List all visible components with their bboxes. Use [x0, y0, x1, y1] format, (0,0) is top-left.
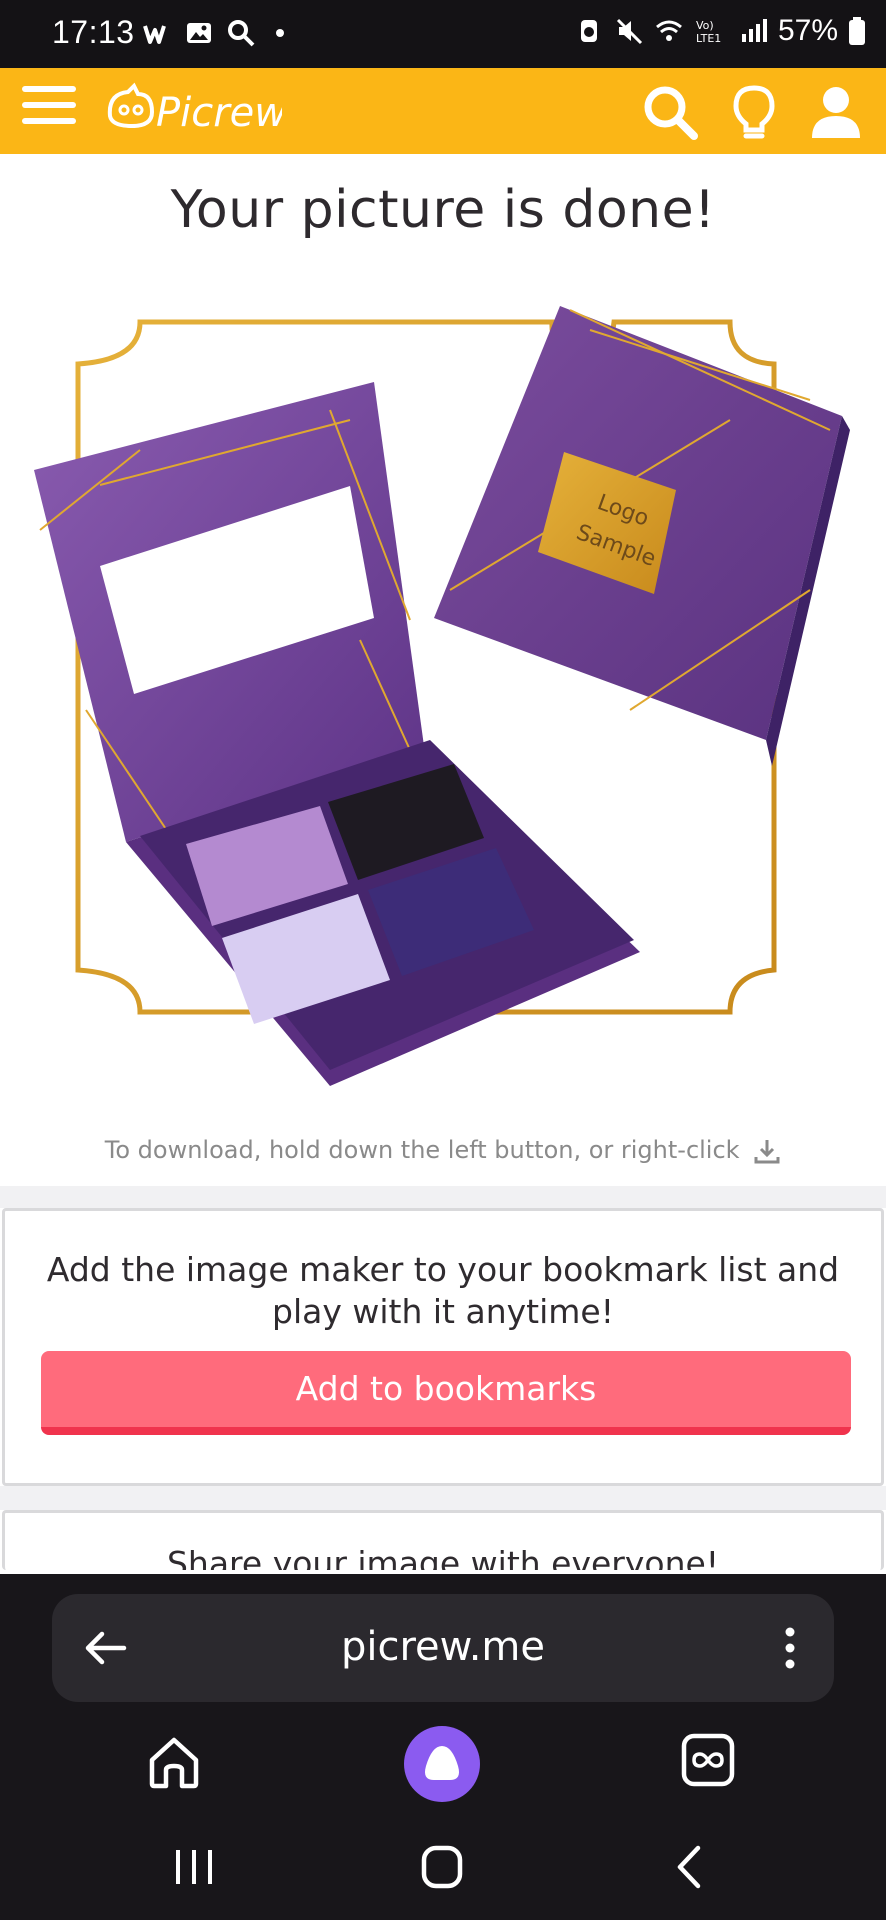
tabs-icon[interactable]: [680, 1732, 736, 1788]
home-icon[interactable]: [144, 1732, 204, 1792]
battery-icon: [849, 17, 865, 45]
section-divider: [0, 1486, 886, 1510]
section-divider: [0, 1186, 886, 1208]
alarm-icon: [580, 20, 597, 42]
assistant-button[interactable]: [404, 1726, 480, 1802]
download-icon: [754, 1140, 780, 1164]
add-to-bookmarks-button[interactable]: Add to bookmarks: [41, 1351, 851, 1435]
page-title: Your picture is done!: [170, 180, 716, 240]
recent-apps-icon[interactable]: [164, 1842, 224, 1892]
status-bar: 17:13 Vo) LTE1 57%: [0, 0, 886, 68]
result-picture[interactable]: Logo Sample: [30, 290, 856, 1120]
lte-icon: Vo)LTE1: [696, 19, 721, 45]
picrew-logo[interactable]: Picrew: [104, 82, 282, 140]
logo-text: Picrew: [156, 90, 282, 136]
address-bar[interactable]: picrew.me: [52, 1594, 834, 1702]
gallery-icon: [187, 23, 211, 43]
svg-text:LTE1: LTE1: [696, 32, 721, 45]
search-icon[interactable]: [640, 82, 700, 142]
share-card-text: Share your image with everyone!: [166, 1544, 720, 1570]
mute-icon: [616, 18, 643, 45]
search-notification-icon: [228, 20, 255, 47]
menu-icon-bar: [22, 118, 76, 124]
bookmark-card: Add the image maker to your bookmark lis…: [2, 1208, 884, 1486]
download-hint: To download, hold down the left button, …: [0, 1136, 886, 1165]
bookmark-card-text: Add the image maker to your bookmark lis…: [46, 1250, 840, 1331]
dot-icon: [276, 29, 284, 37]
menu-icon-bar: [22, 86, 76, 92]
battery-percentage: 57%: [777, 14, 838, 47]
home-nav-icon[interactable]: [412, 1842, 472, 1892]
url-text[interactable]: picrew.me: [52, 1624, 834, 1670]
status-time: 17:13: [52, 14, 135, 50]
signal-icon: [741, 19, 767, 42]
lightbulb-icon[interactable]: [724, 82, 784, 142]
wifi-icon: [655, 20, 682, 41]
menu-button[interactable]: [22, 86, 76, 134]
more-options-icon[interactable]: [784, 1624, 796, 1672]
w-app-icon: [143, 25, 166, 44]
app-header: Picrew: [0, 68, 886, 154]
user-icon[interactable]: [806, 82, 866, 142]
share-card: Share your image with everyone!: [2, 1510, 884, 1570]
menu-icon-bar: [22, 102, 76, 108]
svg-text:Vo): Vo): [696, 19, 714, 32]
assistant-icon: [425, 1746, 459, 1780]
download-hint-text: To download, hold down the left button, …: [104, 1136, 740, 1164]
back-nav-icon[interactable]: [660, 1842, 720, 1892]
browser-bottom-bar: picrew.me: [0, 1574, 886, 1920]
